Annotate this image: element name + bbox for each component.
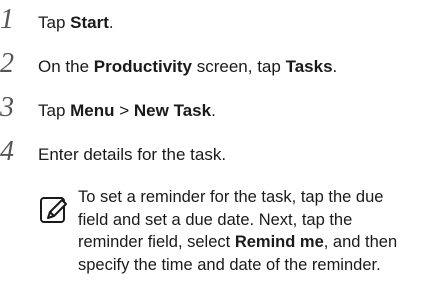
ui-term: Menu — [70, 101, 115, 120]
step-4: 4 Enter details for the task. — [0, 136, 422, 176]
step-1: 1 Tap Start. — [0, 4, 422, 44]
step-number: 3 — [0, 92, 14, 123]
step-3: 3 Tap Menu > New Task. — [0, 92, 422, 132]
ui-term: Start — [70, 13, 109, 32]
ui-term: Remind me — [234, 233, 324, 251]
step-number: 1 — [0, 4, 14, 35]
note-text: To set a reminder for the task, tap the … — [78, 188, 398, 274]
ui-term: New Task — [133, 101, 212, 120]
step-number: 4 — [0, 136, 14, 167]
ui-term: Productivity — [93, 57, 193, 76]
step-text: On the Productivity screen, tap Tasks. — [38, 57, 338, 76]
step-text: Tap Menu > New Task. — [38, 101, 216, 120]
step-2: 2 On the Productivity screen, tap Tasks. — [0, 48, 422, 88]
pencil-note-icon — [40, 197, 67, 223]
ui-term: Tasks — [285, 57, 333, 76]
step-number: 2 — [0, 48, 14, 79]
step-text: Enter details for the task. — [38, 145, 227, 164]
step-text: Tap Start. — [38, 13, 114, 32]
